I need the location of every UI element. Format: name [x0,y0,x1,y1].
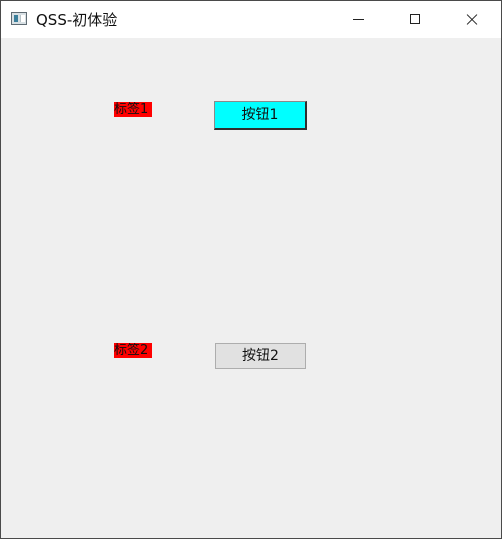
maximize-icon[interactable] [387,1,444,38]
label-2: 标签2 [114,343,152,358]
application-window: QSS-初体验 标签1 按钮1 标签2 按钮2 [0,0,502,539]
window-controls [330,1,501,38]
title-bar[interactable]: QSS-初体验 [1,1,501,38]
close-icon[interactable] [444,1,501,38]
window-client-area: 标签1 按钮1 标签2 按钮2 [1,38,501,538]
minimize-icon[interactable] [330,1,387,38]
window-title: QSS-初体验 [36,11,118,29]
button-2[interactable]: 按钮2 [215,343,306,369]
label-1: 标签1 [114,102,152,117]
app-window-icon [11,12,27,25]
button-1[interactable]: 按钮1 [214,101,307,130]
